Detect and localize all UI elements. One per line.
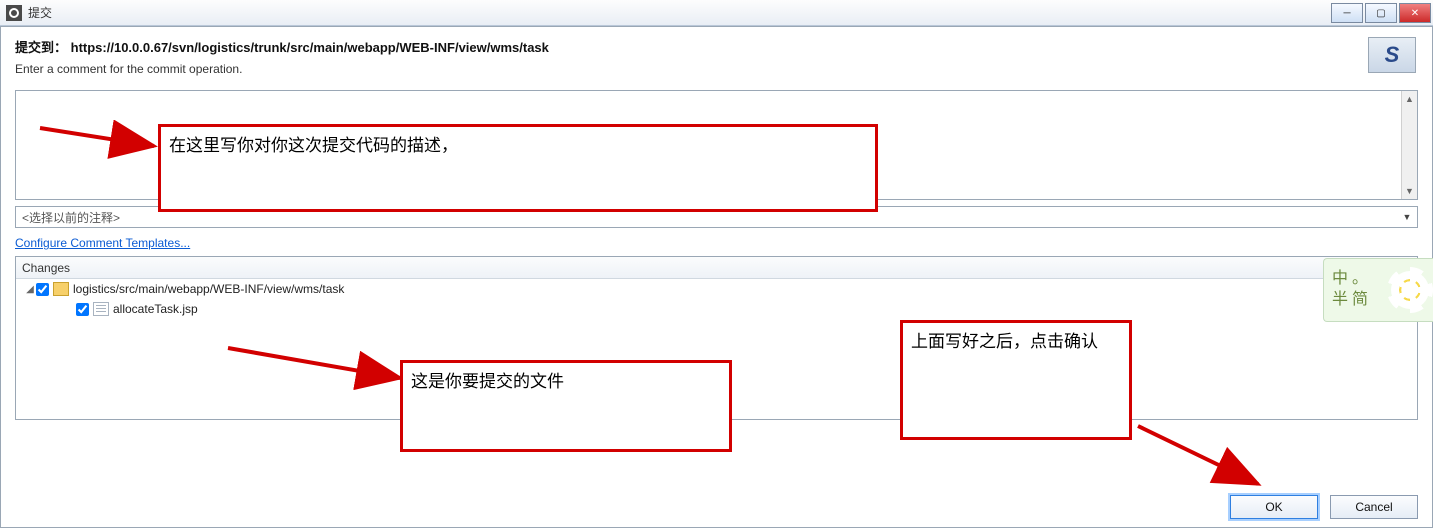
configure-templates-link[interactable]: Configure Comment Templates... — [15, 236, 190, 250]
header-title-prefix: 提交到： — [15, 40, 67, 55]
scroll-track[interactable] — [1402, 107, 1417, 183]
collapse-icon[interactable]: ◢ — [24, 284, 36, 295]
table-row[interactable]: ◢ logistics/src/main/webapp/WEB-INF/view… — [16, 279, 1417, 299]
window-controls: ─ ▢ ✕ — [1331, 0, 1433, 23]
annotation-file-hint: 这是你要提交的文件 — [400, 360, 732, 452]
header-title: 提交到： https://10.0.0.67/svn/logistics/tru… — [15, 37, 1412, 56]
file-icon — [93, 302, 109, 316]
flower-icon — [1391, 271, 1429, 309]
dialog-footer: OK Cancel — [1230, 495, 1418, 519]
tree-item-checkbox[interactable] — [36, 283, 49, 296]
svn-logo-icon: S — [1368, 37, 1416, 73]
ok-button[interactable]: OK — [1230, 495, 1318, 519]
comment-scrollbar[interactable]: ▲ ▼ — [1401, 91, 1417, 199]
header-subtitle: Enter a comment for the commit operation… — [15, 62, 1412, 76]
scroll-down-icon[interactable]: ▼ — [1402, 183, 1417, 199]
changes-header-label: Changes — [22, 261, 70, 275]
ime-line-1: 中 。 — [1332, 269, 1368, 290]
commit-dialog: 提交到： https://10.0.0.67/svn/logistics/tru… — [0, 26, 1433, 528]
cancel-button[interactable]: Cancel — [1330, 495, 1418, 519]
dialog-header: 提交到： https://10.0.0.67/svn/logistics/tru… — [1, 27, 1432, 90]
title-bar: 提交 — [0, 0, 1433, 26]
header-title-url: https://10.0.0.67/svn/logistics/trunk/sr… — [71, 40, 549, 55]
chevron-down-icon: ▼ — [1399, 209, 1415, 225]
tree-item-label: logistics/src/main/webapp/WEB-INF/view/w… — [73, 282, 344, 296]
ime-indicator[interactable]: 中 。 半 简 — [1323, 258, 1433, 322]
tree-item-checkbox[interactable] — [76, 303, 89, 316]
ime-text: 中 。 半 简 — [1324, 269, 1368, 311]
eclipse-icon — [6, 5, 22, 21]
tree-item-label: allocateTask.jsp — [113, 302, 198, 316]
folder-icon — [53, 282, 69, 296]
minimize-button[interactable]: ─ — [1331, 3, 1363, 23]
ime-line-2: 半 简 — [1332, 290, 1368, 311]
close-button[interactable]: ✕ — [1399, 3, 1431, 23]
scroll-up-icon[interactable]: ▲ — [1402, 91, 1417, 107]
window-title: 提交 — [28, 4, 52, 21]
annotation-ok-hint: 上面写好之后，点击确认 — [900, 320, 1132, 440]
annotation-comment-hint: 在这里写你对你这次提交代码的描述， — [158, 124, 878, 212]
previous-comments-placeholder: <选择以前的注释> — [22, 209, 120, 226]
changes-header: Changes 保持锁定 — [16, 257, 1417, 279]
maximize-button[interactable]: ▢ — [1365, 3, 1397, 23]
table-row[interactable]: allocateTask.jsp — [16, 299, 1417, 319]
